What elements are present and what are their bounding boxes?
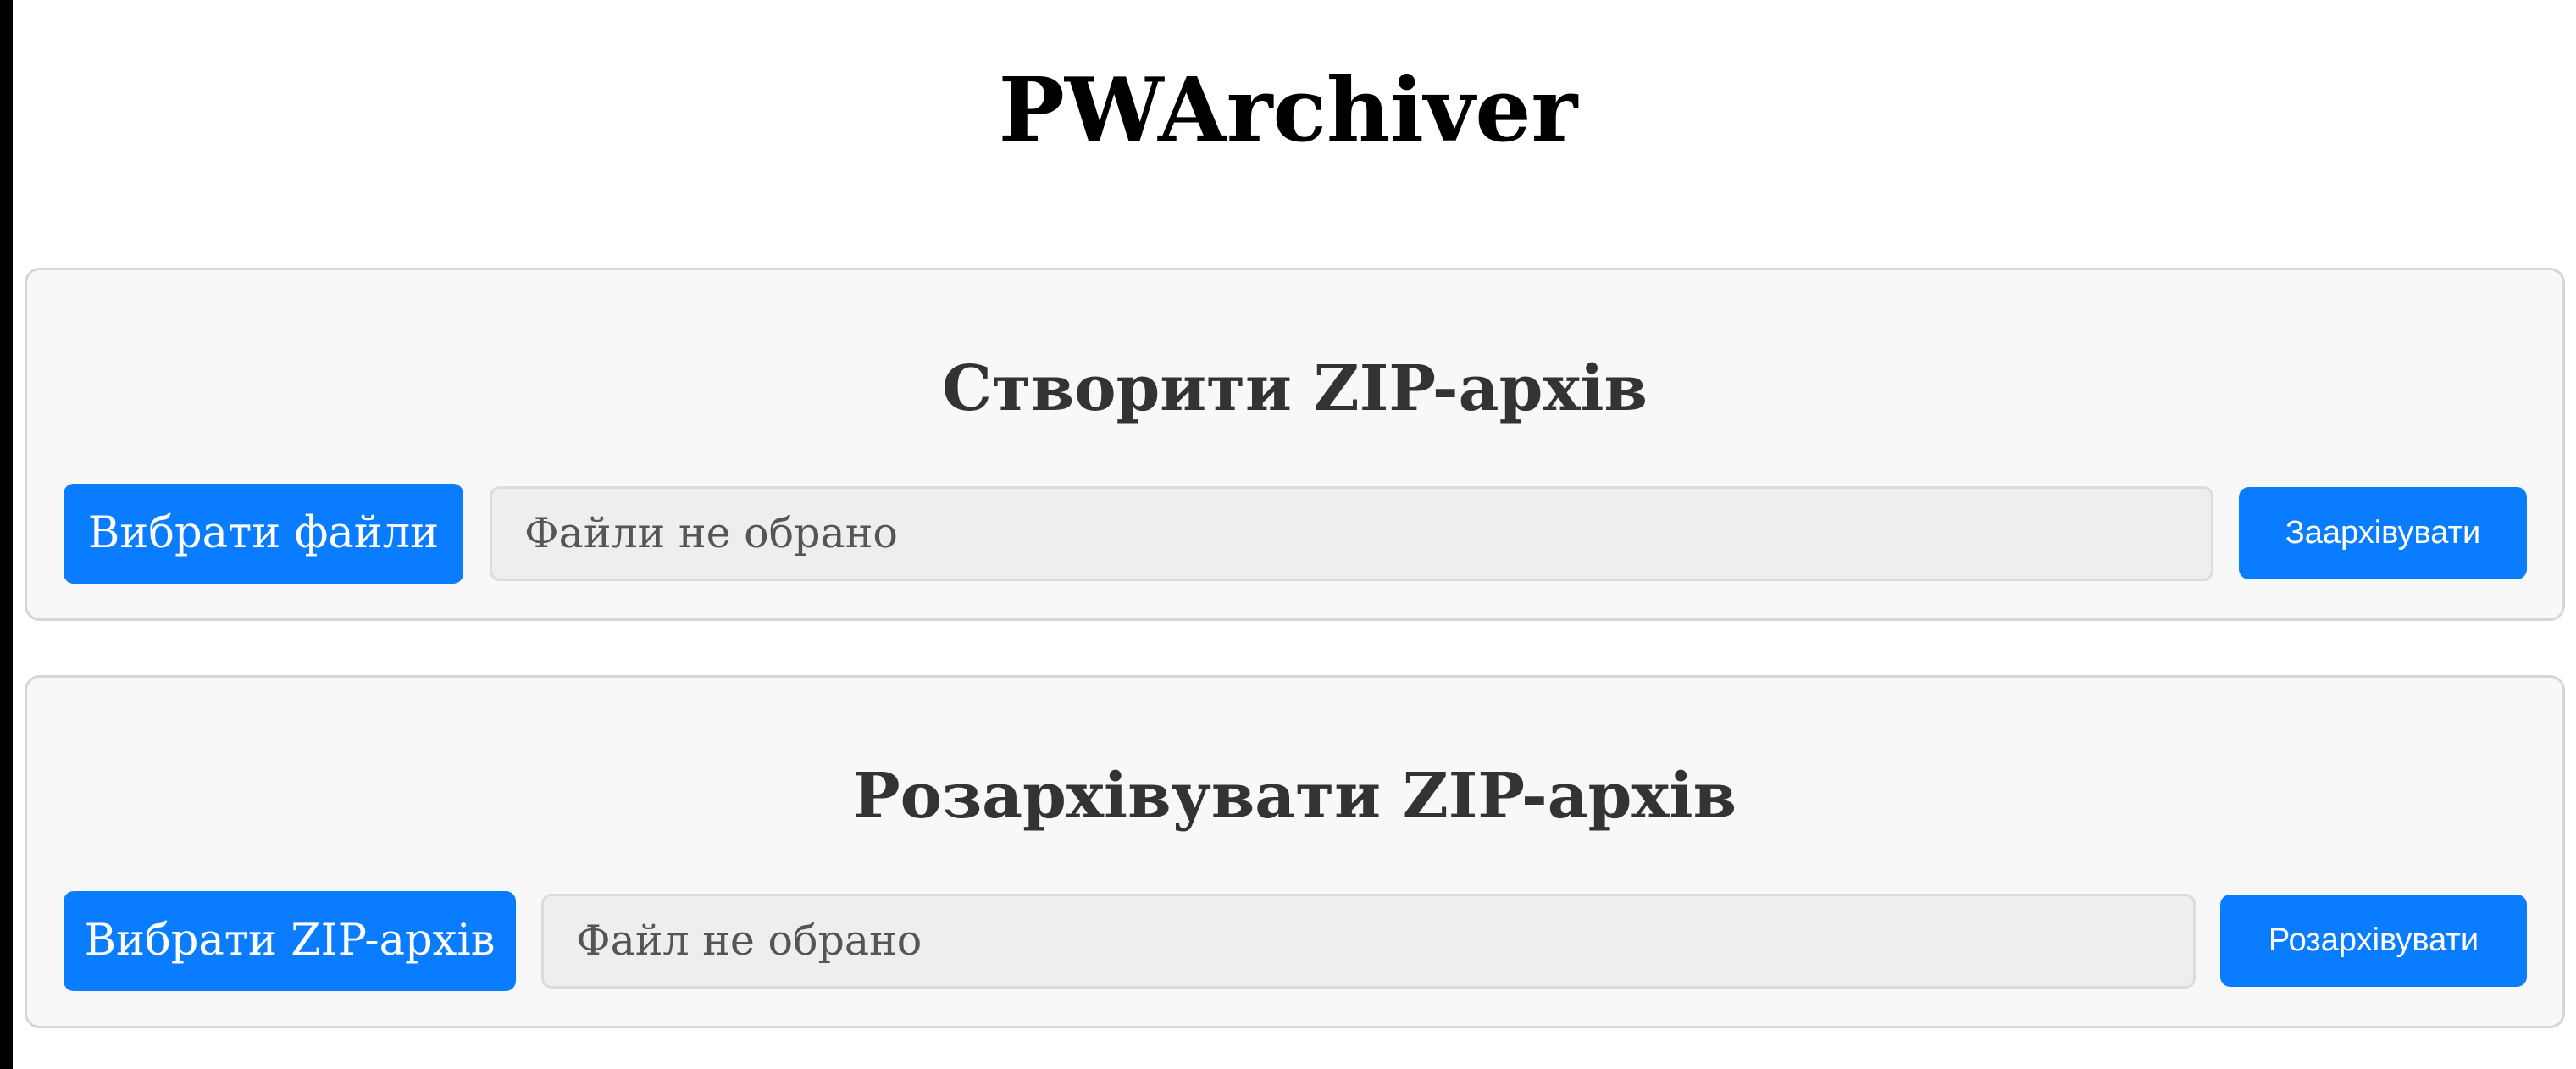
archive-button[interactable]: Заархівувати	[2239, 487, 2527, 579]
extract-zip-panel: Розархівувати ZIP-архів Вибрати ZIP-архі…	[25, 675, 2565, 1028]
create-zip-title: Створити ZIP-архів	[942, 352, 1648, 425]
extract-button[interactable]: Розархівувати	[2220, 895, 2527, 987]
selected-zip-field[interactable]: Файл не обрано	[541, 894, 2196, 989]
create-zip-panel: Створити ZIP-архів Вибрати файли Файли н…	[25, 268, 2565, 621]
choose-zip-button[interactable]: Вибрати ZIP-архів	[64, 891, 516, 991]
extract-zip-title: Розархівувати ZIP-архів	[852, 760, 1737, 833]
choose-files-button[interactable]: Вибрати файли	[64, 484, 463, 584]
app-title: PWArchiver	[998, 58, 1578, 162]
selected-files-field[interactable]: Файли не обрано	[490, 486, 2213, 581]
